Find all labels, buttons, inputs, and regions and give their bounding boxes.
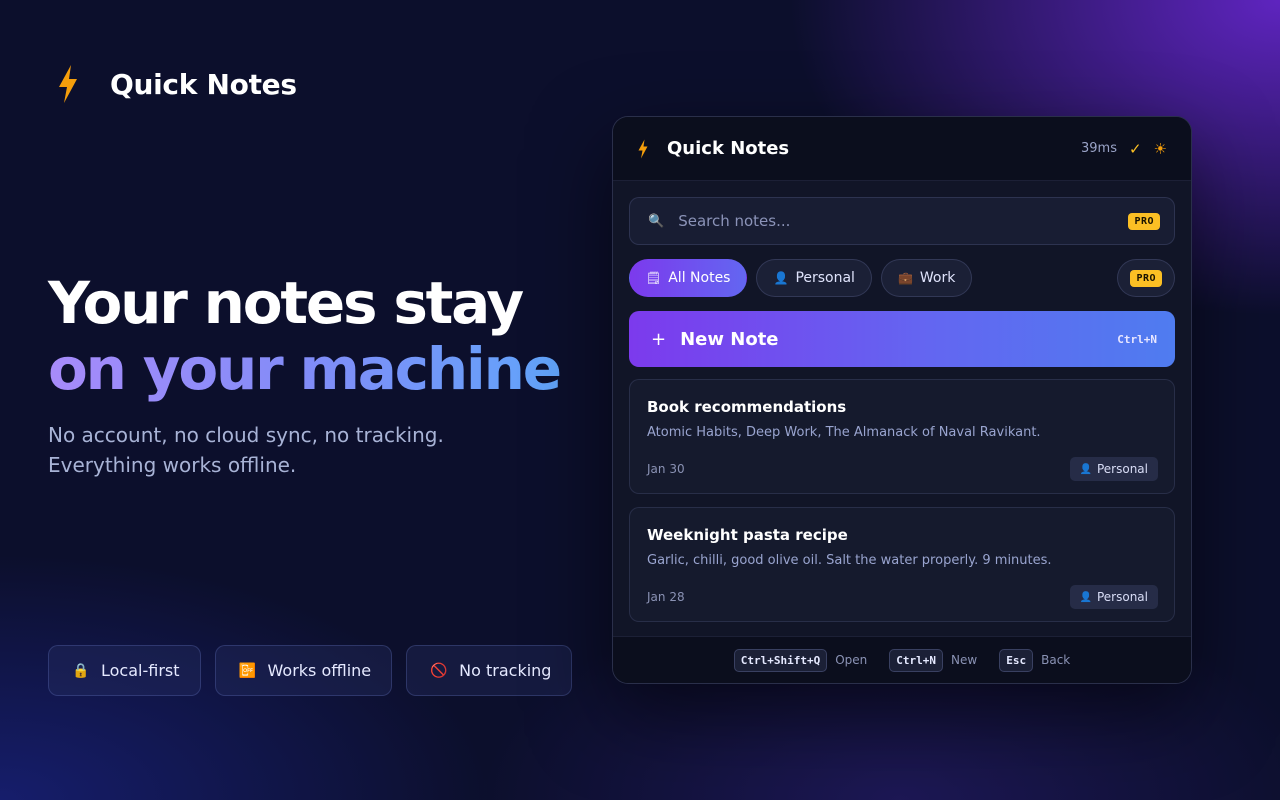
window-title: Quick Notes bbox=[667, 138, 790, 159]
note-title: Book recommendations bbox=[647, 398, 847, 416]
note-date: Jan 30 bbox=[647, 462, 685, 476]
note-tag[interactable]: 👤 Personal bbox=[1069, 585, 1158, 609]
latency-indicator: 39ms bbox=[1080, 141, 1117, 156]
filter-bar: 🗒 All Notes 👤 Personal 💼 Work PRO bbox=[629, 259, 1175, 297]
filter-personal[interactable]: 👤 Personal bbox=[756, 259, 872, 297]
shortcut-key: Esc bbox=[999, 648, 1034, 672]
check-icon: ✓ bbox=[1128, 139, 1142, 158]
hero-subtitle: No account, no cloud sync, no tracking. … bbox=[48, 423, 444, 477]
shortcut-bar: Ctrl+Shift+Q Open Ctrl+N New Esc Back bbox=[613, 636, 1191, 683]
new-note-shortcut: Ctrl+N bbox=[1117, 332, 1157, 346]
search-bar[interactable]: 🔍 PRO bbox=[629, 197, 1175, 245]
note-preview: Atomic Habits, Deep Work, The Almanack o… bbox=[647, 425, 1041, 440]
brand-name: Quick Notes bbox=[110, 67, 297, 101]
shortcut-key: Ctrl+N bbox=[889, 648, 944, 672]
note-card[interactable]: Book recommendations Atomic Habits, Deep… bbox=[629, 379, 1175, 494]
hero-headline-line2: on your machine bbox=[48, 336, 568, 402]
search-icon: 🔍 bbox=[648, 213, 665, 229]
shortcut-label: Open bbox=[835, 653, 868, 667]
pro-badge: PRO bbox=[1130, 269, 1162, 287]
tag-label: Personal bbox=[1096, 590, 1148, 604]
feature-works-offline: 📴 Works offline bbox=[214, 645, 393, 696]
note-title: Weeknight pasta recipe bbox=[647, 526, 848, 544]
shortcut-key: Ctrl+Shift+Q bbox=[733, 648, 828, 672]
theme-toggle-sun-icon[interactable]: ☀ bbox=[1154, 140, 1167, 158]
filter-label: Personal bbox=[795, 270, 855, 286]
filter-label: All Notes bbox=[668, 270, 731, 286]
feature-list: 🔒 Local-first 📴 Works offline 🚫 No track… bbox=[48, 645, 573, 696]
hero-headline-line1: Your notes stay bbox=[48, 269, 524, 337]
brand: Quick Notes bbox=[56, 64, 297, 104]
note-tag[interactable]: 👤 Personal bbox=[1069, 457, 1158, 481]
briefcase-icon: 💼 bbox=[897, 271, 913, 285]
filter-pro-button[interactable]: PRO bbox=[1117, 259, 1175, 297]
person-icon: 👤 bbox=[773, 271, 789, 285]
shortcut-label: New bbox=[951, 653, 978, 667]
notepad-icon: 🗒 bbox=[646, 271, 662, 285]
person-icon: 👤 bbox=[1079, 591, 1092, 603]
shortcut-back: Esc Back bbox=[999, 648, 1071, 672]
title-bar: Quick Notes 39ms ✓ ☀ bbox=[613, 117, 1191, 181]
feature-label: Local-first bbox=[101, 661, 180, 680]
new-note-label: New Note bbox=[680, 328, 779, 350]
offline-icon: 📴 bbox=[238, 662, 257, 679]
lightning-bolt-icon bbox=[56, 64, 84, 104]
lightning-bolt-icon bbox=[637, 139, 651, 159]
filter-work[interactable]: 💼 Work bbox=[880, 259, 973, 297]
feature-label: Works offline bbox=[267, 661, 372, 680]
person-icon: 👤 bbox=[1079, 463, 1092, 475]
app-window: Quick Notes 39ms ✓ ☀ 🔍 PRO 🗒 All Notes 👤… bbox=[612, 116, 1192, 684]
tag-label: Personal bbox=[1096, 462, 1148, 476]
no-entry-icon: 🚫 bbox=[430, 662, 448, 679]
shortcut-new: Ctrl+N New bbox=[889, 648, 978, 672]
feature-local-first: 🔒 Local-first bbox=[48, 645, 201, 696]
filter-all-notes[interactable]: 🗒 All Notes bbox=[629, 259, 748, 297]
note-preview: Garlic, chilli, good olive oil. Salt the… bbox=[647, 553, 1052, 568]
search-input[interactable] bbox=[678, 212, 1129, 230]
shortcut-open: Ctrl+Shift+Q Open bbox=[733, 648, 868, 672]
note-card[interactable]: Weeknight pasta recipe Garlic, chilli, g… bbox=[629, 507, 1175, 622]
hero: Your notes stay on your machine No accou… bbox=[48, 270, 568, 480]
feature-label: No tracking bbox=[459, 661, 552, 680]
new-note-button[interactable]: + New Note Ctrl+N bbox=[629, 311, 1175, 367]
pro-badge: PRO bbox=[1128, 212, 1160, 230]
note-date: Jan 28 bbox=[647, 590, 685, 604]
feature-no-tracking: 🚫 No tracking bbox=[406, 645, 573, 696]
shortcut-label: Back bbox=[1041, 653, 1071, 667]
plus-icon: + bbox=[651, 328, 667, 350]
lock-icon: 🔒 bbox=[72, 662, 90, 679]
filter-label: Work bbox=[919, 270, 956, 286]
